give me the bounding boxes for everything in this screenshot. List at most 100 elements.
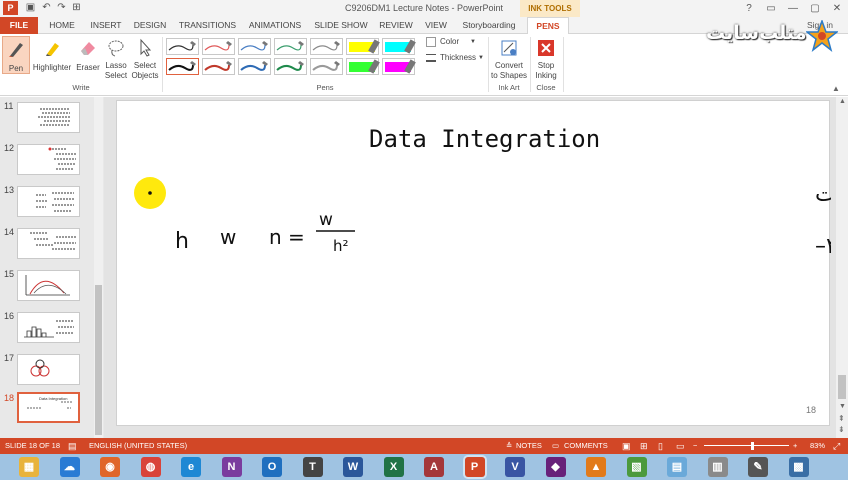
slide-sorter-icon[interactable]: ⊞ <box>640 438 648 454</box>
pen-style-swatch[interactable] <box>202 58 235 75</box>
tab-file[interactable]: FILE <box>0 17 38 34</box>
tab-design[interactable]: DESIGN <box>130 17 170 34</box>
scroll-down-icon[interactable]: ▼ <box>839 403 846 410</box>
spell-check-icon[interactable]: ▤ <box>68 438 77 454</box>
ribbon-display-icon[interactable]: ▭ <box>760 0 782 17</box>
zoom-out-icon[interactable]: − <box>693 438 697 454</box>
zoom-level[interactable]: 83% <box>810 438 825 454</box>
pen-button[interactable]: Pen <box>2 36 30 74</box>
pens-group-label: Pens <box>316 83 334 92</box>
taskbar-grid-icon[interactable]: ▩ <box>788 457 809 477</box>
minimize-button[interactable]: — <box>782 0 804 17</box>
taskbar-matlab-icon[interactable]: ▲ <box>586 457 606 477</box>
lasso-label-1: Lasso <box>105 61 127 70</box>
select-objects-button[interactable]: Select Objects <box>130 36 160 80</box>
slide-scroll-thumb[interactable] <box>838 375 846 399</box>
pen-style-swatch[interactable] <box>238 38 271 55</box>
reading-view-icon[interactable]: ▯ <box>658 438 663 454</box>
zoom-slider[interactable] <box>704 445 789 446</box>
highlighter-button[interactable]: Highlighter <box>31 36 73 74</box>
lasso-select-button[interactable]: Lasso Select <box>103 36 129 80</box>
convert-to-shapes-button[interactable]: Convert to Shapes <box>489 36 529 82</box>
stop-inking-button[interactable]: Stop Inking <box>531 36 561 82</box>
taskbar-visual-studio-icon[interactable]: ◆ <box>545 457 566 477</box>
taskbar-firefox-icon[interactable]: ◉ <box>100 457 120 477</box>
pen-style-swatch[interactable] <box>310 58 343 75</box>
help-icon[interactable]: ? <box>738 0 760 17</box>
tab-transitions[interactable]: TRANSITIONS <box>175 17 240 34</box>
slide-thumbnail-12[interactable] <box>17 144 80 175</box>
collapse-ribbon-icon[interactable]: ▲ <box>832 84 840 93</box>
taskbar-word-icon[interactable]: W <box>343 457 363 477</box>
taskbar-explorer-icon[interactable]: ▦ <box>19 457 39 477</box>
slide-thumbnail-13[interactable] <box>17 186 80 217</box>
select-label-2: Objects <box>131 71 159 80</box>
zoom-slider-thumb[interactable] <box>751 442 754 450</box>
pen-style-swatch[interactable] <box>274 58 307 75</box>
taskbar-outlook-icon[interactable]: O <box>262 457 282 477</box>
normal-view-icon[interactable]: ▣ <box>622 438 631 454</box>
zoom-in-icon[interactable]: + <box>793 438 797 454</box>
eraser-icon <box>81 42 95 55</box>
slide-thumbnail-16[interactable] <box>17 312 80 343</box>
taskbar-visio-icon[interactable]: V <box>505 457 525 477</box>
pen-style-swatch[interactable] <box>346 58 380 75</box>
previous-slide-icon[interactable]: ⇞ <box>838 414 845 423</box>
pen-style-swatch[interactable] <box>382 38 416 55</box>
slide-thumbnail-17[interactable] <box>17 354 80 385</box>
pen-color-dropdown[interactable]: Color ▼ <box>426 37 482 49</box>
tab-view[interactable]: VIEW <box>420 17 452 34</box>
taskbar-tex-icon[interactable]: T <box>302 457 323 477</box>
language-indicator[interactable]: ENGLISH (UNITED STATES) <box>89 438 187 454</box>
pen-style-swatch[interactable] <box>202 38 235 55</box>
window-title: C9206DM1 Lecture Notes - PowerPoint <box>344 3 504 13</box>
tab-slide-show[interactable]: SLIDE SHOW <box>311 17 371 34</box>
tab-storyboarding[interactable]: Storyboarding <box>458 17 520 34</box>
slideshow-view-icon[interactable]: ▭ <box>676 438 685 454</box>
next-slide-icon[interactable]: ⇟ <box>838 425 845 434</box>
pen-style-swatch[interactable] <box>310 38 343 55</box>
slide-thumbnail-15[interactable] <box>17 270 80 301</box>
eraser-button[interactable]: Eraser <box>74 36 102 74</box>
tab-pens[interactable]: PENS <box>527 17 569 34</box>
pen-style-swatch[interactable] <box>382 58 416 75</box>
ink-layer: Data Integration h w n = w h² ۱– اسامی ف… <box>134 125 831 259</box>
taskbar-notepad-icon[interactable]: ▤ <box>667 457 687 477</box>
slide-thumbnail-11[interactable] <box>17 102 80 133</box>
taskbar-calculator-icon[interactable]: ▥ <box>707 457 728 477</box>
taskbar-chrome-icon[interactable]: ◍ <box>140 457 161 477</box>
close-button[interactable]: ✕ <box>826 0 848 17</box>
taskbar-image-viewer-icon[interactable]: ▧ <box>626 457 647 477</box>
pen-style-swatch[interactable] <box>346 38 380 55</box>
taskbar-powerpoint-icon[interactable]: P <box>464 457 485 477</box>
comments-icon[interactable]: ▭ <box>552 438 559 454</box>
pen-label: Pen <box>8 64 24 73</box>
fit-slide-icon[interactable]: ⤢ <box>833 438 840 454</box>
notes-toggle-icon[interactable]: ≙ <box>506 438 512 454</box>
tab-home[interactable]: HOME <box>42 17 82 34</box>
maximize-button[interactable]: ▢ <box>804 0 826 17</box>
taskbar-excel-icon[interactable]: X <box>383 457 404 477</box>
pen-style-swatch[interactable] <box>166 38 199 55</box>
taskbar-onenote-icon[interactable]: N <box>221 457 242 477</box>
pen-thickness-dropdown[interactable]: Thickness ▼ <box>426 53 486 65</box>
pen-style-swatch[interactable] <box>274 38 307 55</box>
slide-number: 14 <box>4 227 15 237</box>
thumbnail-scroll-thumb[interactable] <box>95 285 102 435</box>
tab-review[interactable]: REVIEW <box>376 17 416 34</box>
tab-insert[interactable]: INSERT <box>86 17 126 34</box>
scroll-up-icon[interactable]: ▲ <box>839 98 846 105</box>
lasso-label-2: Select <box>104 71 128 80</box>
tab-animations[interactable]: ANIMATIONS <box>244 17 306 34</box>
slide-thumbnail-18[interactable]: Data Integration <box>17 392 80 423</box>
taskbar-internet-explorer-icon[interactable]: e <box>181 457 201 477</box>
slide-canvas[interactable]: Data Integration h w n = w h² ۱– اسامی ف… <box>116 100 831 426</box>
comments-button[interactable]: COMMENTS <box>564 438 608 454</box>
notes-button[interactable]: NOTES <box>516 438 542 454</box>
taskbar-access-icon[interactable]: A <box>424 457 444 477</box>
pen-style-swatch[interactable] <box>166 58 199 75</box>
taskbar-tools-icon[interactable]: ✎ <box>748 457 768 477</box>
taskbar-onedrive-icon[interactable]: ☁ <box>59 457 80 477</box>
pen-style-swatch[interactable] <box>238 58 271 75</box>
slide-thumbnail-14[interactable] <box>17 228 80 259</box>
